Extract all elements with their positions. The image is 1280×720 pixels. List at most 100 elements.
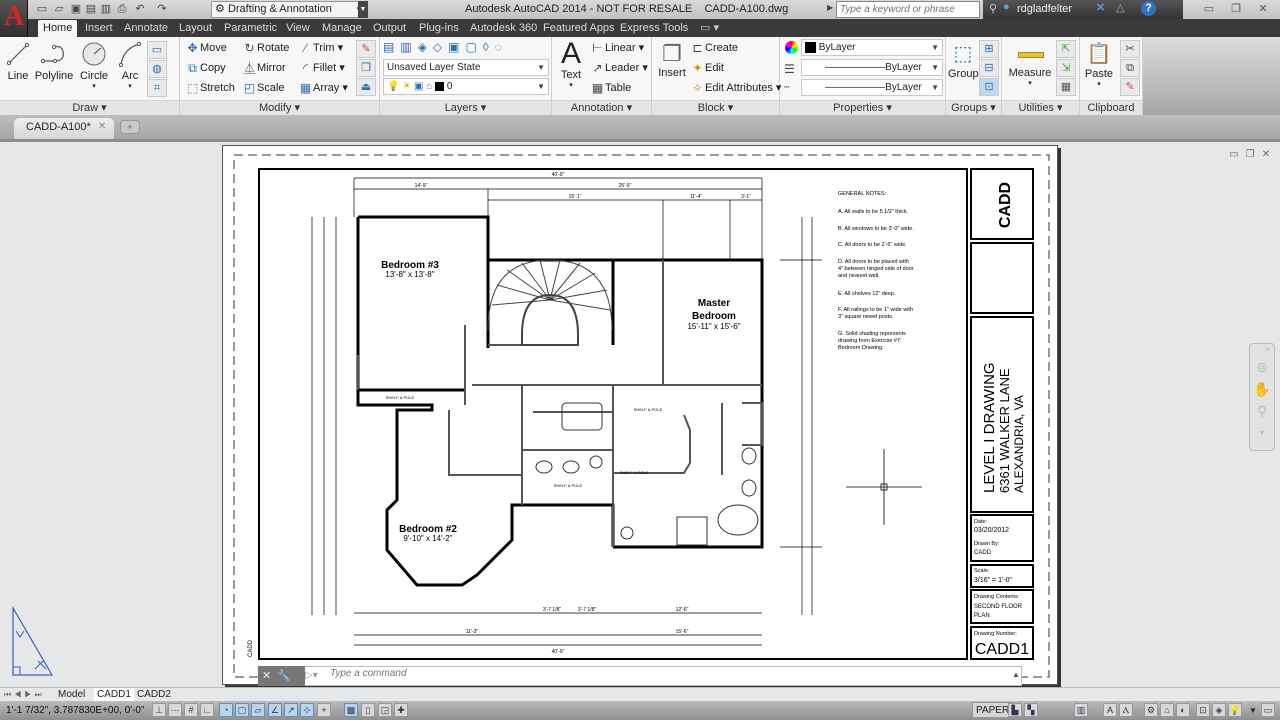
minimize-button[interactable]: ▭ xyxy=(1197,2,1221,16)
modify-panel-title[interactable]: Modify ▾ xyxy=(180,100,379,115)
save-icon[interactable]: ▣ xyxy=(69,2,83,16)
binoculars-icon[interactable]: ⚲ xyxy=(989,2,997,15)
group-tool[interactable]: ⬚ Group xyxy=(948,40,979,80)
open-icon[interactable]: ▱ xyxy=(52,2,66,16)
layer-tools-row[interactable]: ▤▥◈◇▣▢◊◌ xyxy=(383,40,508,54)
command-prompt-icon[interactable]: ▷▾ xyxy=(305,670,318,681)
tab-insert[interactable]: Insert xyxy=(80,20,118,37)
navbar-close-icon[interactable]: ✕ xyxy=(1250,344,1274,356)
linear-dimension-tool[interactable]: ⊢ Linear ▾ xyxy=(590,41,644,55)
tab-home[interactable]: Home xyxy=(38,20,78,37)
layer-dropdown[interactable]: 💡 ☀ ▣ ⌂ 0 ▼ xyxy=(383,78,549,95)
restore-button[interactable]: ❐ xyxy=(1224,2,1248,16)
floor-plan-drawing[interactable]: 40'-9" 14'-9" 25'-9" 15'-1" 11'-4" 3'-1"… xyxy=(222,145,1058,685)
trim-tool[interactable]: ⁄ Trim ▾ xyxy=(298,41,343,55)
lineweight-toggle[interactable]: + xyxy=(317,703,331,717)
groups-panel-title[interactable]: Groups ▾ xyxy=(946,100,1001,115)
isolate-objects-icon[interactable]: ⊡ xyxy=(1196,703,1210,717)
search-input[interactable] xyxy=(836,1,980,18)
layout-tab-cadd1[interactable]: CADD1 xyxy=(94,688,134,701)
ungroup-icon[interactable]: ⊞ xyxy=(979,40,999,58)
new-file-tab-button[interactable]: + xyxy=(120,120,140,134)
sign-in-button[interactable]: rdgladfelter xyxy=(1017,3,1072,15)
close-button[interactable]: ✕ xyxy=(1251,2,1275,16)
leader-tool[interactable]: ↗ Leader ▾ xyxy=(590,61,647,75)
lightbulb-icon[interactable]: 💡 xyxy=(1228,703,1242,717)
zoom-extents-icon[interactable]: ⚲ xyxy=(1250,400,1274,422)
search-expand-icon[interactable]: ▶ xyxy=(827,3,833,12)
layout-tab-cadd2[interactable]: CADD2 xyxy=(137,688,171,701)
mirror-tool[interactable]: ⏅ Mirror xyxy=(242,61,285,75)
tab-annotate[interactable]: Annotate xyxy=(119,20,173,37)
ortho-toggle[interactable]: ∟ xyxy=(200,703,214,717)
tab-express-tools[interactable]: Express Tools xyxy=(615,20,693,37)
offset-icon[interactable]: ⏏ xyxy=(356,78,376,96)
boundary-icon[interactable]: ⌗ xyxy=(147,79,167,97)
group-selection-icon[interactable]: ⊡ xyxy=(979,78,999,96)
object-snap-toggle[interactable]: ▢ xyxy=(235,703,249,717)
measure-tool[interactable]: Measure ▾ xyxy=(1006,43,1054,87)
tab-parametric[interactable]: Parametric xyxy=(219,20,282,37)
viewport-close-icon[interactable]: ✕ xyxy=(1260,149,1272,161)
layer-lock-icon[interactable]: ◈ xyxy=(1212,703,1226,717)
tab-output[interactable]: Output xyxy=(368,20,411,37)
move-tool[interactable]: ✥ Move xyxy=(185,41,226,55)
workspace-switching-icon[interactable]: ⚙ xyxy=(1144,703,1158,717)
clean-screen-icon[interactable]: ▭ xyxy=(1261,703,1275,717)
customize-icon[interactable]: 🔧 xyxy=(277,670,291,682)
infer-constraints-toggle[interactable]: ⊥ xyxy=(152,703,166,717)
hatch-icon[interactable]: ◍ xyxy=(147,60,167,78)
table-tool[interactable]: ▦ Table xyxy=(590,81,631,95)
maximize-viewport-icon[interactable]: ▥ xyxy=(1074,703,1088,717)
utilities-panel-title[interactable]: Utilities ▾ xyxy=(1002,100,1079,115)
viewport-restore-icon[interactable]: ❐ xyxy=(1244,149,1256,161)
object-snap-tracking-toggle[interactable]: ∠ xyxy=(268,703,282,717)
explode-icon[interactable]: ❒ xyxy=(356,59,376,77)
copy-clip-icon[interactable]: ⧉ xyxy=(1120,59,1140,77)
edit-attributes-tool[interactable]: ✧ Edit Attributes ▾ xyxy=(690,81,781,95)
rectangle-icon[interactable]: ▭ xyxy=(147,41,167,59)
edit-block-tool[interactable]: ✦ Edit xyxy=(690,61,724,75)
copy-tool[interactable]: ⧉ Copy xyxy=(185,61,225,75)
quick-view-drawings-icon[interactable]: ▚ xyxy=(1024,703,1038,717)
steering-wheel-icon[interactable]: ⊚ xyxy=(1250,356,1274,378)
plot-icon[interactable]: ▥ xyxy=(99,2,113,16)
quick-properties-toggle[interactable]: ▯ xyxy=(361,703,375,717)
quick-view-layouts-icon[interactable]: ▙ xyxy=(1008,703,1022,717)
select-all-icon[interactable]: ⇲ xyxy=(1056,59,1076,77)
auto-scale-icon[interactable]: Ⲁ xyxy=(1119,703,1133,717)
create-block-tool[interactable]: ⊏ Create xyxy=(690,41,738,55)
3d-object-snap-toggle[interactable]: ▱ xyxy=(251,703,265,717)
annotation-monitor-toggle[interactable]: ✚ xyxy=(394,703,408,717)
hardware-acceleration-icon[interactable]: ◐ xyxy=(1176,703,1190,717)
tab-featured-apps[interactable]: Featured Apps xyxy=(538,20,620,37)
linetype-dropdown[interactable]: ——————ByLayer ▼ xyxy=(801,79,943,96)
calculator-icon[interactable]: ▦ xyxy=(1056,78,1076,96)
dynamic-input-toggle[interactable]: ⊹ xyxy=(300,703,314,717)
array-tool[interactable]: ▦ Array ▾ xyxy=(298,81,348,95)
group-edit-icon[interactable]: ⊟ xyxy=(979,59,999,77)
cut-icon[interactable]: ✂ xyxy=(1120,40,1140,58)
workspace-dropdown[interactable]: ⚙ Drafting & Annotation▼ xyxy=(211,1,366,18)
dynamic-ucs-toggle[interactable]: ↗ xyxy=(284,703,298,717)
fillet-tool[interactable]: ◜ Fillet ▾ xyxy=(298,61,345,75)
quick-select-icon[interactable]: ⇱ xyxy=(1056,40,1076,58)
customize-quick-access-button[interactable]: ▼ xyxy=(358,1,368,18)
layout-nav-buttons[interactable]: ⏮◀▶⏭ xyxy=(4,688,45,701)
layers-panel-title[interactable]: Layers ▾ xyxy=(380,100,551,115)
tab-plug-ins[interactable]: Plug-ins xyxy=(414,20,464,37)
paper-model-toggle[interactable]: PAPER xyxy=(972,702,1014,718)
close-file-tab-icon[interactable]: ✕ xyxy=(98,121,106,132)
tab-autodesk-360[interactable]: Autodesk 360 xyxy=(465,20,542,37)
circle-tool[interactable]: Circle ▾ xyxy=(78,41,110,90)
color-dropdown[interactable]: ByLayer ▼ xyxy=(801,39,943,56)
navbar-menu-icon[interactable]: ▾ xyxy=(1250,422,1274,444)
polyline-tool[interactable]: Polyline xyxy=(34,41,74,82)
layer-state-dropdown[interactable]: Unsaved Layer State ▼ xyxy=(383,59,549,76)
pan-icon[interactable]: ✋ xyxy=(1250,378,1274,400)
redo-icon[interactable]: ↷ xyxy=(155,2,169,16)
insert-block-tool[interactable]: ❐ Insert xyxy=(656,41,688,79)
autodesk-360-icon[interactable]: △ xyxy=(1116,1,1124,14)
toolbar-lock-icon[interactable]: ⌂ xyxy=(1160,703,1174,717)
exchange-apps-icon[interactable]: ✕ xyxy=(1096,1,1105,14)
